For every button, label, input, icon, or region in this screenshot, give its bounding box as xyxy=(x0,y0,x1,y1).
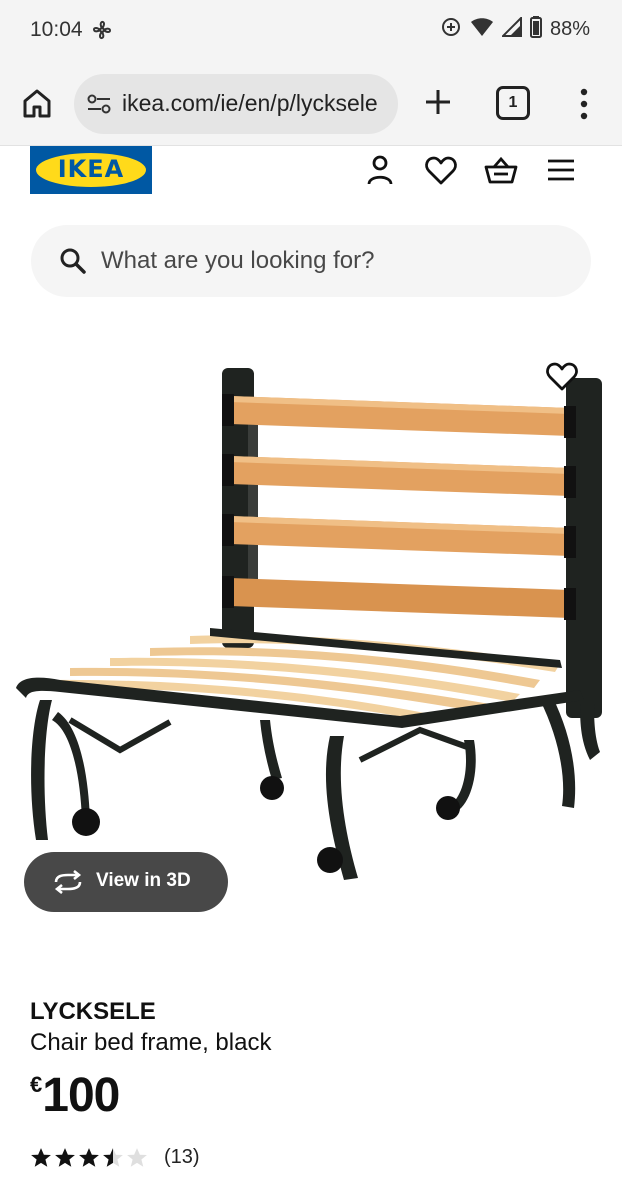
wishlist-button[interactable] xyxy=(423,152,459,188)
review-count[interactable]: (13) xyxy=(164,1146,200,1169)
price-currency: € xyxy=(30,1072,43,1097)
url-text[interactable]: ikea.com/ie/en/p/lycksele xyxy=(122,90,378,117)
data-saver-icon xyxy=(440,16,462,43)
menu-button[interactable] xyxy=(543,152,579,188)
search-bar[interactable] xyxy=(31,225,591,297)
logo-text: IKEA xyxy=(57,155,125,183)
wifi-icon xyxy=(470,17,494,42)
star-half-icon xyxy=(103,1147,123,1167)
battery-icon xyxy=(529,16,542,43)
fan-icon xyxy=(90,18,114,47)
status-time: 10:04 xyxy=(30,18,83,41)
price-amount: 100 xyxy=(42,1069,120,1122)
product-description: Chair bed frame, black xyxy=(30,1029,272,1056)
signal-icon xyxy=(500,15,522,42)
home-icon xyxy=(23,89,51,118)
more-vertical-icon xyxy=(580,88,588,120)
plus-icon xyxy=(426,90,450,114)
star-full-icon xyxy=(31,1147,51,1167)
basket-icon xyxy=(484,156,518,184)
rotate-3d-icon xyxy=(52,869,84,899)
tab-switcher-button[interactable]: 1 xyxy=(496,86,530,120)
heart-icon xyxy=(546,362,578,391)
view-in-3d-label: View in 3D xyxy=(96,870,191,891)
browser-toolbar: ikea.com/ie/en/p/lycksele 1 xyxy=(0,62,622,146)
profile-icon xyxy=(367,155,393,185)
save-to-wishlist-button[interactable] xyxy=(544,358,580,394)
browser-menu-button[interactable] xyxy=(578,86,590,122)
rating-stars xyxy=(30,1147,148,1169)
profile-button[interactable] xyxy=(362,152,398,188)
new-tab-button[interactable] xyxy=(420,84,456,120)
menu-icon xyxy=(548,159,574,181)
basket-button[interactable] xyxy=(483,152,519,188)
battery-level: 88% xyxy=(549,18,590,40)
status-bar: 10:04 88% xyxy=(0,0,622,62)
product-price: €100 xyxy=(30,1068,120,1123)
search-icon xyxy=(59,247,87,280)
site-settings-icon[interactable] xyxy=(86,92,112,121)
home-button[interactable] xyxy=(20,86,54,120)
product-name[interactable]: LYCKSELE xyxy=(30,998,156,1026)
product-rating[interactable]: (13) xyxy=(30,1146,200,1169)
star-full-icon xyxy=(79,1147,99,1167)
ikea-logo[interactable]: IKEA xyxy=(30,146,152,194)
search-input[interactable] xyxy=(101,239,571,283)
heart-icon xyxy=(425,156,457,185)
address-bar[interactable]: ikea.com/ie/en/p/lycksele xyxy=(74,74,398,134)
star-full-icon xyxy=(55,1147,75,1167)
star-empty-icon xyxy=(127,1147,147,1167)
view-in-3d-button[interactable]: View in 3D xyxy=(24,852,228,912)
